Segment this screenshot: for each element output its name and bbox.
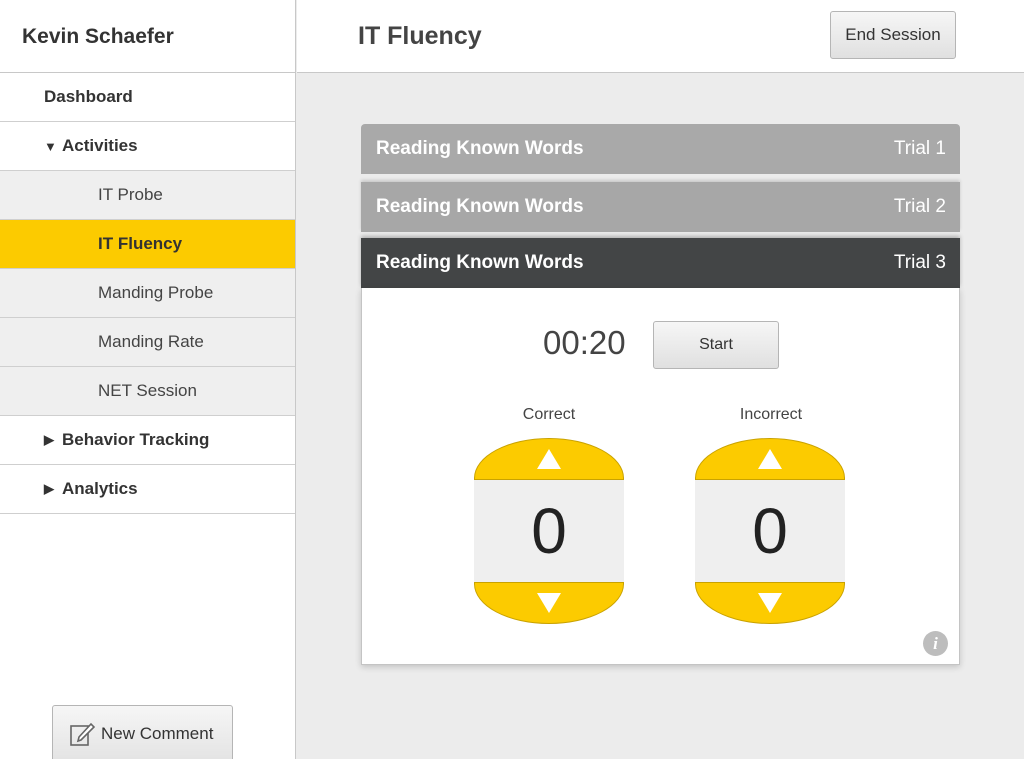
sidebar-item-net-session[interactable]: NET Session — [0, 367, 295, 416]
trial-title: Reading Known Words — [376, 138, 584, 159]
trial-panel: 00:20 Start Correct 0 Incorrect 0 i — [361, 288, 960, 665]
triangle-down-icon: ▼ — [44, 138, 57, 154]
sidebar-item-label: Analytics — [62, 479, 138, 498]
info-icon[interactable]: i — [923, 631, 948, 656]
correct-label: Correct — [522, 406, 576, 423]
trial-label: Trial 1 — [893, 138, 946, 159]
triangle-right-icon: ▶ — [44, 481, 54, 496]
sidebar-item-label: Dashboard — [44, 87, 133, 106]
correct-increment-button[interactable] — [474, 438, 624, 480]
incorrect-counter: 0 — [695, 438, 845, 624]
header: IT Fluency End Session — [297, 0, 1024, 73]
trial-tab-2[interactable]: Reading Known Words Trial 2 — [361, 182, 960, 232]
trial-tab-3[interactable]: Reading Known Words Trial 3 — [361, 238, 960, 288]
new-comment-button[interactable]: New Comment — [52, 705, 233, 759]
triangle-down-icon — [537, 593, 561, 613]
correct-counter: 0 — [474, 438, 624, 624]
triangle-right-icon: ▶ — [44, 432, 54, 447]
triangle-down-icon — [758, 593, 782, 613]
sidebar-item-manding-probe[interactable]: Manding Probe — [0, 269, 295, 318]
sidebar-item-activities[interactable]: ▼ Activities — [0, 122, 295, 171]
sidebar-item-label: IT Fluency — [98, 234, 183, 253]
sidebar-item-label: IT Probe — [98, 185, 163, 204]
sidebar-item-label: Manding Probe — [98, 283, 214, 302]
incorrect-count: 0 — [695, 480, 845, 582]
user-name: Kevin Schaefer — [0, 0, 295, 73]
trial-tab-1[interactable]: Reading Known Words Trial 1 — [361, 124, 960, 174]
trial-title: Reading Known Words — [376, 196, 584, 217]
sidebar-item-behavior-tracking[interactable]: ▶ Behavior Tracking — [0, 416, 295, 465]
end-session-button[interactable]: End Session — [830, 11, 956, 59]
sidebar-item-analytics[interactable]: ▶ Analytics — [0, 465, 295, 514]
sidebar: Kevin Schaefer Dashboard ▼ Activities IT… — [0, 0, 296, 759]
new-comment-label: New Comment — [101, 724, 214, 743]
trial-label: Trial 3 — [893, 252, 946, 273]
triangle-up-icon — [758, 449, 782, 469]
trial-title: Reading Known Words — [376, 252, 584, 273]
sidebar-item-label: Activities — [62, 136, 138, 155]
sidebar-item-label: Behavior Tracking — [62, 430, 210, 449]
timer-display: 00:20 — [543, 324, 626, 361]
incorrect-decrement-button[interactable] — [695, 582, 845, 624]
incorrect-increment-button[interactable] — [695, 438, 845, 480]
page-title: IT Fluency — [358, 22, 482, 50]
sidebar-item-label: Manding Rate — [98, 332, 204, 351]
triangle-up-icon — [537, 449, 561, 469]
correct-decrement-button[interactable] — [474, 582, 624, 624]
correct-count: 0 — [474, 480, 624, 582]
sidebar-item-it-fluency[interactable]: IT Fluency — [0, 220, 295, 269]
sidebar-item-manding-rate[interactable]: Manding Rate — [0, 318, 295, 367]
edit-comment-icon — [70, 722, 95, 746]
sidebar-item-label: NET Session — [98, 381, 197, 400]
incorrect-label: Incorrect — [739, 406, 803, 423]
sidebar-item-dashboard[interactable]: Dashboard — [0, 73, 295, 122]
start-button[interactable]: Start — [653, 321, 779, 369]
sidebar-item-it-probe[interactable]: IT Probe — [0, 171, 295, 220]
trial-label: Trial 2 — [893, 196, 946, 217]
